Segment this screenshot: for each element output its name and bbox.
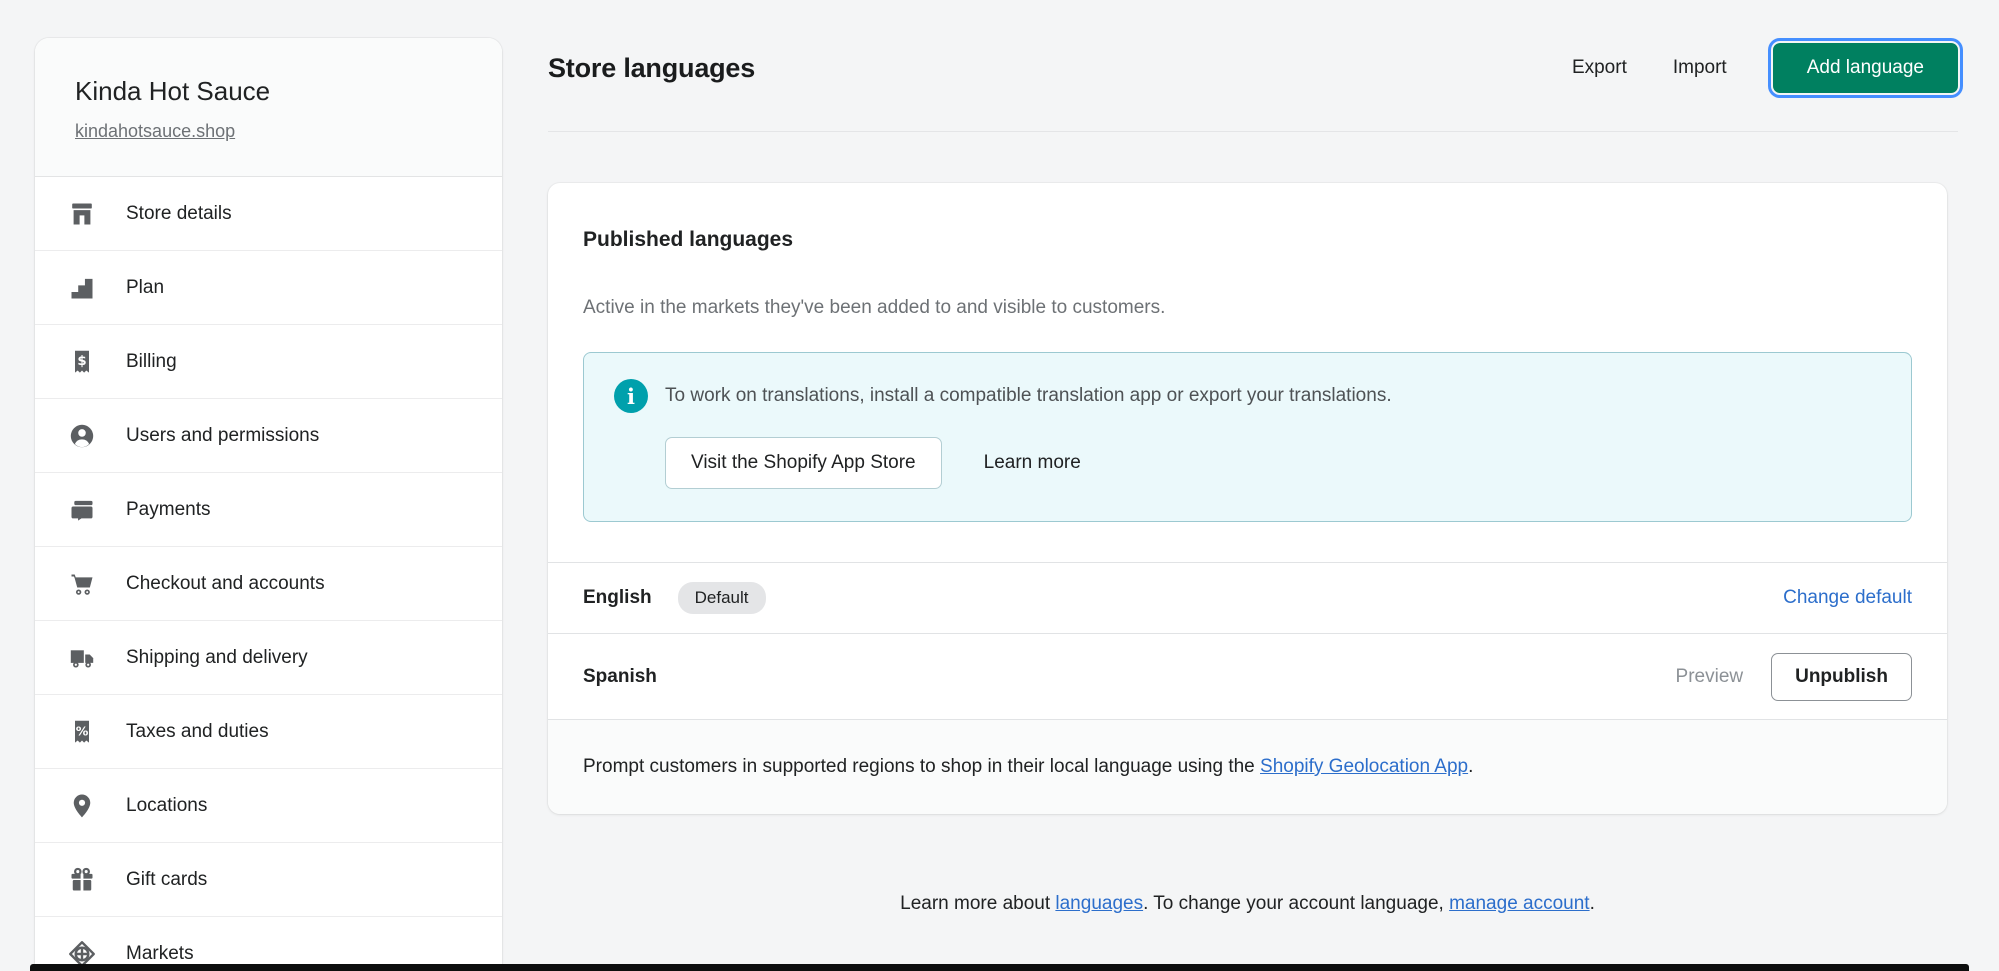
payments-icon — [68, 496, 96, 524]
store-domain-link[interactable]: kindahotsauce.shop — [75, 121, 235, 142]
header-divider — [548, 131, 1958, 132]
card-subtitle: Active in the markets they've been added… — [583, 295, 1912, 321]
billing-icon: $ — [68, 348, 96, 376]
sidebar-item-gift-cards[interactable]: Gift cards — [35, 843, 502, 917]
page-footer-note: Learn more about languages. To change yo… — [548, 893, 1947, 915]
sidebar-item-label: Taxes and duties — [126, 721, 269, 743]
plan-icon — [68, 274, 96, 302]
footer-note-text: . To change your account language, — [1143, 893, 1449, 914]
sidebar-item-label: Payments — [126, 499, 210, 521]
footer-text: Prompt customers in supported regions to… — [583, 756, 1260, 777]
sidebar-item-plan[interactable]: Plan — [35, 251, 502, 325]
sidebar-item-label: Store details — [126, 203, 232, 225]
sidebar-item-users-and-permissions[interactable]: Users and permissions — [35, 399, 502, 473]
card-title: Published languages — [583, 227, 1912, 253]
truck-icon — [68, 644, 96, 672]
banner-actions: Visit the Shopify App Store Learn more — [665, 437, 1881, 489]
export-button[interactable]: Export — [1572, 57, 1627, 79]
language-row-spanish: Spanish Preview Unpublish — [548, 633, 1947, 719]
languages-link[interactable]: languages — [1055, 893, 1143, 914]
sidebar-item-markets[interactable]: Markets — [35, 917, 502, 971]
location-pin-icon — [68, 792, 96, 820]
preview-button[interactable]: Preview — [1676, 666, 1744, 688]
tax-receipt-icon: % — [68, 718, 96, 746]
footer-note-text: Learn more about — [900, 893, 1055, 914]
sidebar-item-locations[interactable]: Locations — [35, 769, 502, 843]
language-name: English — [583, 587, 652, 609]
storefront-icon — [68, 200, 96, 228]
unpublish-button[interactable]: Unpublish — [1771, 653, 1912, 701]
language-name: Spanish — [583, 666, 657, 688]
screenshot-frame-bottom — [30, 964, 1969, 971]
sidebar-item-label: Billing — [126, 351, 177, 373]
sidebar-item-payments[interactable]: Payments — [35, 473, 502, 547]
cart-icon — [68, 570, 96, 598]
sidebar-item-store-details[interactable]: Store details — [35, 177, 502, 251]
footer-text-suffix: . — [1468, 756, 1473, 777]
store-name: Kinda Hot Sauce — [75, 76, 462, 106]
manage-account-link[interactable]: manage account — [1449, 893, 1590, 914]
gift-icon — [68, 866, 96, 894]
add-language-button[interactable]: Add language — [1773, 43, 1958, 93]
sidebar-item-taxes-and-duties[interactable]: % Taxes and duties — [35, 695, 502, 769]
page-title: Store languages — [548, 53, 755, 84]
sidebar-item-label: Gift cards — [126, 869, 207, 891]
banner-message: To work on translations, install a compa… — [665, 379, 1392, 413]
card-head: Published languages Active in the market… — [548, 183, 1947, 321]
header-actions: Export Import Add language — [1572, 43, 1958, 93]
language-row-english: English Default Change default — [548, 562, 1947, 633]
visit-app-store-button[interactable]: Visit the Shopify App Store — [665, 437, 942, 489]
sidebar-item-label: Users and permissions — [126, 425, 319, 447]
sidebar-item-shipping-and-delivery[interactable]: Shipping and delivery — [35, 621, 502, 695]
svg-text:%: % — [76, 723, 89, 738]
sidebar-item-label: Checkout and accounts — [126, 573, 325, 595]
geolocation-app-link[interactable]: Shopify Geolocation App — [1260, 756, 1468, 777]
language-list: English Default Change default Spanish P… — [548, 562, 1947, 719]
sidebar-item-checkout-and-accounts[interactable]: Checkout and accounts — [35, 547, 502, 621]
import-button[interactable]: Import — [1673, 57, 1727, 79]
info-banner: i To work on translations, install a com… — [583, 352, 1912, 522]
info-icon: i — [614, 379, 648, 413]
card-footer: Prompt customers in supported regions to… — [548, 719, 1947, 814]
users-icon — [68, 422, 96, 450]
footer-note-text: . — [1590, 893, 1595, 914]
sidebar-item-label: Shipping and delivery — [126, 647, 308, 669]
page-header: Store languages Export Import Add langua… — [548, 40, 1958, 96]
sidebar-item-label: Markets — [126, 943, 194, 965]
sidebar-item-billing[interactable]: $ Billing — [35, 325, 502, 399]
change-default-link[interactable]: Change default — [1783, 587, 1912, 609]
default-badge: Default — [678, 582, 766, 614]
published-languages-card: Published languages Active in the market… — [548, 183, 1947, 814]
svg-text:$: $ — [77, 354, 86, 369]
store-header: Kinda Hot Sauce kindahotsauce.shop — [35, 38, 502, 177]
sidebar-item-label: Locations — [126, 795, 207, 817]
sidebar-item-label: Plan — [126, 277, 164, 299]
learn-more-button[interactable]: Learn more — [984, 452, 1081, 474]
settings-sidebar: Kinda Hot Sauce kindahotsauce.shop Store… — [35, 38, 502, 971]
